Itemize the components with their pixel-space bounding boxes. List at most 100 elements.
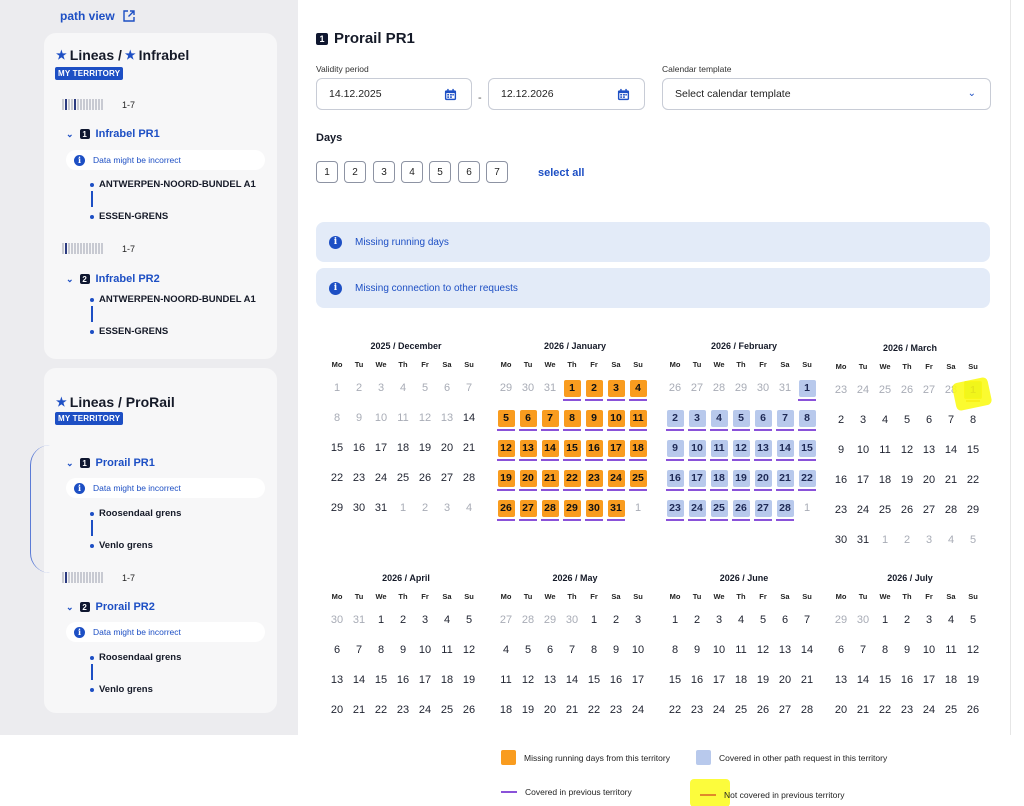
calendar-day[interactable]: 8 [664, 635, 686, 665]
calendar-template-select[interactable]: Select calendar template ⌄ [662, 78, 991, 110]
calendar-day[interactable]: 26 [414, 463, 436, 493]
calendar-day[interactable]: 28 [708, 373, 730, 403]
calendar-day[interactable]: 8 [583, 635, 605, 665]
calendar-day[interactable]: 9 [830, 435, 852, 465]
calendar-day[interactable]: 29 [561, 493, 583, 523]
date-from-field[interactable]: 14.12.2025 [316, 78, 472, 110]
calendar-day[interactable]: 1 [392, 493, 414, 523]
calendar-day[interactable]: 20 [830, 695, 852, 725]
calendar-day[interactable]: 29 [326, 493, 348, 523]
calendar-day[interactable]: 4 [730, 605, 752, 635]
calendar-day[interactable]: 10 [686, 433, 708, 463]
calendar-day[interactable]: 13 [752, 433, 774, 463]
calendar-day[interactable]: 7 [561, 635, 583, 665]
calendar-day[interactable]: 8 [796, 403, 818, 433]
calendar-day[interactable]: 2 [830, 405, 852, 435]
calendar-day[interactable]: 21 [539, 463, 561, 493]
calendar-day[interactable]: 24 [627, 695, 649, 725]
calendar-day[interactable]: 7 [348, 635, 370, 665]
calendar-day[interactable]: 27 [436, 463, 458, 493]
calendar-day[interactable]: 21 [774, 463, 796, 493]
calendar-day[interactable]: 4 [436, 605, 458, 635]
calendar-day[interactable]: 28 [796, 695, 818, 725]
calendar-day[interactable]: 20 [918, 465, 940, 495]
calendar-day[interactable]: 25 [436, 695, 458, 725]
calendar-day[interactable]: 8 [874, 635, 896, 665]
calendar-day[interactable]: 15 [874, 665, 896, 695]
calendar-day[interactable]: 21 [561, 695, 583, 725]
calendar-day[interactable]: 6 [830, 635, 852, 665]
calendar-day[interactable]: 6 [517, 403, 539, 433]
calendar-day[interactable]: 12 [495, 433, 517, 463]
calendar-day[interactable]: 27 [686, 373, 708, 403]
calendar-day[interactable]: 23 [830, 375, 852, 405]
calendar-day[interactable]: 24 [918, 695, 940, 725]
calendar-day[interactable]: 2 [896, 525, 918, 555]
calendar-day[interactable]: 20 [326, 695, 348, 725]
calendar-day[interactable]: 22 [664, 695, 686, 725]
calendar-day[interactable]: 11 [730, 635, 752, 665]
calendar-day[interactable]: 1 [583, 605, 605, 635]
calendar-day[interactable]: 5 [962, 605, 984, 635]
calendar-day[interactable]: 7 [796, 605, 818, 635]
calendar-day[interactable]: 16 [348, 433, 370, 463]
calendar-day[interactable]: 25 [874, 375, 896, 405]
calendar-icon[interactable] [617, 88, 630, 101]
calendar-day[interactable]: 27 [918, 495, 940, 525]
calendar-day[interactable]: 9 [392, 635, 414, 665]
calendar-day[interactable]: 30 [830, 525, 852, 555]
calendar-day[interactable]: 6 [918, 405, 940, 435]
day-toggle-3[interactable]: 3 [373, 161, 395, 183]
calendar-day[interactable]: 31 [605, 493, 627, 523]
calendar-day[interactable]: 5 [458, 605, 480, 635]
calendar-day[interactable]: 17 [918, 665, 940, 695]
calendar-day[interactable]: 4 [940, 525, 962, 555]
calendar-day[interactable]: 18 [730, 665, 752, 695]
calendar-day[interactable]: 22 [962, 465, 984, 495]
calendar-day[interactable]: 18 [495, 695, 517, 725]
calendar-day[interactable]: 15 [664, 665, 686, 695]
calendar-day[interactable]: 10 [708, 635, 730, 665]
calendar-day[interactable]: 23 [896, 695, 918, 725]
calendar-day[interactable]: 3 [852, 405, 874, 435]
path-request-prorail-pr1[interactable]: ⌄ 1 Prorail PR1 [66, 457, 155, 469]
calendar-day[interactable]: 24 [605, 463, 627, 493]
calendar-day[interactable]: 4 [940, 605, 962, 635]
calendar-day[interactable]: 6 [774, 605, 796, 635]
chevron-down-icon[interactable]: ⌄ [66, 274, 74, 285]
calendar-day[interactable]: 19 [517, 695, 539, 725]
day-toggle-5[interactable]: 5 [429, 161, 451, 183]
calendar-day[interactable]: 23 [583, 463, 605, 493]
calendar-day[interactable]: 4 [627, 373, 649, 403]
calendar-day[interactable]: 18 [940, 665, 962, 695]
calendar-day[interactable]: 11 [874, 435, 896, 465]
path-request-prorail-pr2[interactable]: ⌄ 2 Prorail PR2 [66, 601, 155, 613]
path-request-infrabel-pr2[interactable]: ⌄ 2 Infrabel PR2 [66, 273, 160, 285]
calendar-day[interactable]: 13 [517, 433, 539, 463]
calendar-day[interactable]: 2 [896, 605, 918, 635]
calendar-day[interactable]: 3 [918, 605, 940, 635]
calendar-day[interactable]: 15 [370, 665, 392, 695]
calendar-day[interactable]: 24 [370, 463, 392, 493]
calendar-day[interactable]: 20 [539, 695, 561, 725]
calendar-day[interactable]: 30 [326, 605, 348, 635]
calendar-day[interactable]: 25 [708, 493, 730, 523]
calendar-day[interactable]: 10 [414, 635, 436, 665]
calendar-day[interactable]: 3 [686, 403, 708, 433]
calendar-day[interactable]: 12 [414, 403, 436, 433]
calendar-day[interactable]: 2 [605, 605, 627, 635]
calendar-day[interactable]: 20 [436, 433, 458, 463]
calendar-day[interactable]: 6 [436, 373, 458, 403]
calendar-day[interactable]: 15 [796, 433, 818, 463]
calendar-day[interactable]: 3 [918, 525, 940, 555]
calendar-day[interactable]: 22 [796, 463, 818, 493]
calendar-day[interactable]: 14 [940, 435, 962, 465]
calendar-day[interactable]: 23 [348, 463, 370, 493]
calendar-day[interactable]: 1 [796, 373, 818, 403]
calendar-day[interactable]: 14 [539, 433, 561, 463]
calendar-day[interactable]: 25 [627, 463, 649, 493]
calendar-day[interactable]: 30 [348, 493, 370, 523]
calendar-day[interactable]: 19 [896, 465, 918, 495]
calendar-day[interactable]: 17 [370, 433, 392, 463]
calendar-day[interactable]: 29 [830, 605, 852, 635]
